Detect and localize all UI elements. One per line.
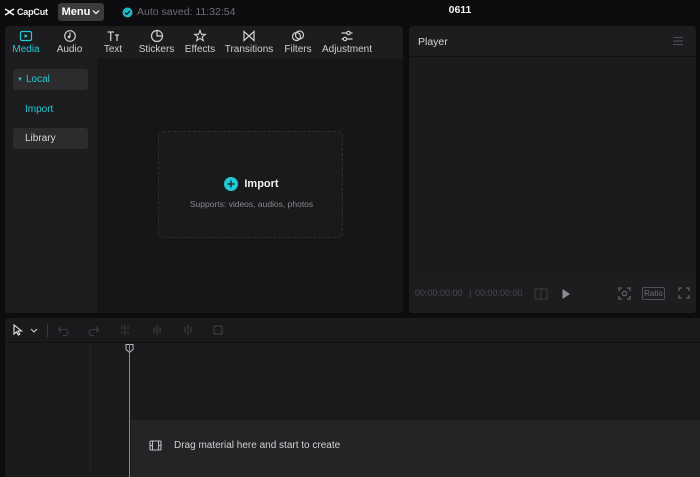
toolbar-divider bbox=[47, 324, 48, 337]
menu-button-label: Menu bbox=[61, 6, 91, 18]
trim-right-icon[interactable] bbox=[182, 324, 194, 336]
player-preview bbox=[409, 58, 696, 278]
sidebar-item-import[interactable]: Import bbox=[13, 99, 88, 120]
capcut-logo-icon bbox=[4, 8, 15, 16]
redo-icon[interactable] bbox=[88, 324, 100, 336]
sidebar-item-library[interactable]: Library bbox=[13, 128, 88, 149]
autosave-text: Auto saved: 11:32:54 bbox=[137, 6, 236, 18]
player-title: Player bbox=[418, 36, 448, 48]
import-button[interactable]: Import bbox=[159, 177, 344, 191]
delete-icon[interactable] bbox=[212, 324, 224, 336]
drop-hint-text: Drag material here and start to create bbox=[174, 440, 341, 451]
check-circle-icon bbox=[122, 7, 133, 17]
tab-media[interactable]: Media bbox=[5, 26, 47, 58]
caret-down-icon: ▼ bbox=[17, 76, 23, 83]
current-time: 00:00:00:00 bbox=[415, 288, 463, 298]
tab-stickers[interactable]: Stickers bbox=[134, 26, 179, 58]
fullscreen-icon[interactable] bbox=[678, 287, 690, 299]
import-dropzone[interactable]: Import Supports: videos, audios, photos bbox=[158, 131, 343, 238]
title-bar: CapCut Menu Auto saved: 11:32:54 0611 bbox=[0, 0, 700, 24]
transitions-icon bbox=[243, 30, 255, 42]
audio-icon bbox=[63, 30, 76, 42]
tab-adjustment[interactable]: Adjustment bbox=[319, 26, 375, 58]
timeline-panel: Drag material here and start to create bbox=[5, 318, 700, 477]
timeline-toolbar bbox=[5, 318, 700, 343]
import-supports-text: Supports: videos, audios, photos bbox=[189, 199, 314, 209]
select-cursor-icon[interactable] bbox=[12, 324, 24, 336]
chevron-down-icon[interactable] bbox=[30, 324, 38, 336]
drop-hint: Drag material here and start to create bbox=[149, 440, 340, 451]
tab-filters[interactable]: Filters bbox=[277, 26, 319, 58]
film-icon bbox=[149, 440, 162, 451]
adjustment-icon bbox=[341, 30, 353, 42]
plus-circle-icon bbox=[224, 177, 239, 191]
project-name[interactable]: 0611 bbox=[440, 4, 480, 16]
autosave-status: Auto saved: 11:32:54 bbox=[122, 5, 235, 19]
effects-icon bbox=[193, 29, 207, 42]
split-icon[interactable] bbox=[119, 324, 131, 336]
fit-screen-icon[interactable] bbox=[618, 287, 631, 300]
tab-transitions[interactable]: Transitions bbox=[221, 26, 277, 58]
text-icon bbox=[107, 31, 119, 41]
tab-effects[interactable]: Effects bbox=[179, 26, 221, 58]
player-controls: 00:00:00:00 | 00:00:00:00 Ratio bbox=[409, 282, 696, 306]
import-label: Import bbox=[244, 178, 279, 190]
hamburger-menu-icon[interactable] bbox=[672, 36, 684, 46]
compare-icon[interactable] bbox=[534, 288, 548, 300]
undo-icon[interactable] bbox=[57, 324, 69, 336]
menu-button[interactable]: Menu bbox=[58, 3, 104, 21]
ratio-button[interactable]: Ratio bbox=[642, 287, 665, 300]
play-icon[interactable] bbox=[561, 288, 571, 300]
app-logo-text: CapCut bbox=[17, 7, 48, 17]
media-panel: Media Audio Text Stickers Effects Transi… bbox=[5, 26, 403, 313]
total-time: 00:00:00:00 bbox=[475, 288, 523, 298]
tab-text[interactable]: Text bbox=[92, 26, 134, 58]
filters-icon bbox=[291, 30, 305, 42]
app-logo: CapCut bbox=[4, 5, 48, 19]
chevron-down-icon bbox=[92, 10, 100, 15]
media-content-area: Import Supports: videos, audios, photos bbox=[97, 58, 403, 313]
media-icon bbox=[19, 30, 33, 42]
main-track-dropzone[interactable]: Drag material here and start to create bbox=[131, 420, 700, 477]
player-panel: Player 00:00:00:00 | 00:00:00:00 Ratio bbox=[409, 26, 696, 313]
media-sidebar: ▼ Local Import Library bbox=[5, 58, 97, 313]
playhead-line[interactable] bbox=[129, 344, 130, 477]
time-separator: | bbox=[469, 288, 472, 298]
timeline-track-headers bbox=[5, 344, 91, 477]
player-header: Player bbox=[409, 26, 696, 57]
trim-left-icon[interactable] bbox=[151, 324, 163, 336]
tab-audio[interactable]: Audio bbox=[47, 26, 92, 58]
media-toolbar-tabs: Media Audio Text Stickers Effects Transi… bbox=[5, 26, 403, 58]
sidebar-item-local[interactable]: ▼ Local bbox=[13, 69, 88, 90]
sticker-icon bbox=[150, 29, 163, 43]
